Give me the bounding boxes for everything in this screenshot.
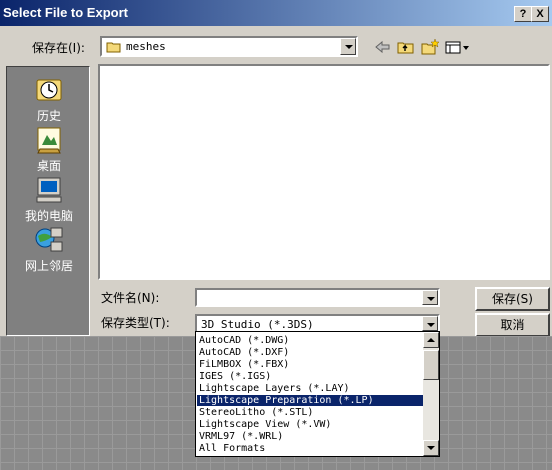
filetype-option[interactable]: AutoCAD (*.DWG) — [197, 335, 423, 346]
back-arrow-icon[interactable] — [372, 38, 392, 56]
my-computer-icon — [36, 177, 62, 203]
filename-dropdown-arrow[interactable] — [422, 290, 438, 305]
filename-input[interactable] — [195, 288, 440, 307]
filetype-option[interactable]: FiLMBOX (*.FBX) — [197, 359, 423, 370]
title-bar: Select File to Export ? X — [0, 0, 552, 26]
places-bar: 历史 桌面 我的电脑 网上邻居 — [6, 66, 90, 336]
filetype-option-highlighted[interactable]: Lightscape Preparation (*.LP) — [197, 395, 423, 406]
filetype-option[interactable]: IGES (*.IGS) — [197, 371, 423, 382]
place-my-computer-label: 我的电脑 — [24, 209, 73, 223]
up-arrow-icon — [427, 338, 435, 342]
filetype-selected: 3D Studio (*.3DS) — [201, 318, 314, 331]
filetype-option[interactable]: AutoCAD (*.DXF) — [197, 347, 423, 358]
save-in-folder: meshes — [126, 40, 166, 53]
up-folder-icon[interactable] — [396, 38, 416, 56]
filetype-label: 保存类型(T): — [101, 316, 170, 330]
filetype-options-list[interactable]: AutoCAD (*.DWG) AutoCAD (*.DXF) FiLMBOX … — [195, 331, 440, 457]
filename-label: 文件名(N): — [101, 291, 160, 305]
history-icon — [36, 79, 62, 101]
save-button[interactable]: 保存(S) — [475, 287, 550, 311]
desktop-icon — [37, 127, 61, 154]
window-title: Select File to Export — [3, 5, 128, 20]
place-desktop[interactable]: 桌面 — [7, 125, 91, 174]
scroll-thumb[interactable] — [423, 350, 439, 380]
place-network[interactable]: 网上邻居 — [7, 225, 91, 274]
place-desktop-label: 桌面 — [36, 159, 61, 173]
view-menu-icon[interactable] — [444, 38, 470, 56]
filetype-option[interactable]: VRML97 (*.WRL) — [197, 431, 423, 442]
save-in-dropdown[interactable]: meshes — [100, 36, 358, 57]
scroll-down-button[interactable] — [423, 440, 439, 456]
scroll-up-button[interactable] — [423, 332, 439, 348]
filetype-option[interactable]: StereoLitho (*.STL) — [197, 407, 423, 418]
save-in-label: 保存在(I): — [32, 41, 85, 55]
save-in-dropdown-arrow[interactable] — [340, 38, 356, 55]
place-history-label: 历史 — [36, 109, 61, 123]
filetype-option[interactable]: Lightscape View (*.VW) — [197, 419, 423, 430]
dropdown-scrollbar[interactable] — [423, 332, 439, 456]
help-button[interactable]: ? — [514, 6, 532, 22]
place-network-label: 网上邻居 — [24, 259, 73, 273]
folder-icon — [106, 42, 121, 53]
filetype-option[interactable]: Lightscape Layers (*.LAY) — [197, 383, 423, 394]
place-my-computer[interactable]: 我的电脑 — [7, 175, 91, 224]
file-list[interactable] — [98, 64, 550, 280]
network-icon — [35, 227, 63, 252]
new-folder-icon[interactable] — [420, 38, 440, 56]
down-arrow-icon — [427, 446, 435, 450]
close-button[interactable]: X — [531, 6, 549, 22]
place-history[interactable]: 历史 — [7, 75, 91, 124]
cancel-button[interactable]: 取消 — [475, 313, 550, 337]
filetype-dropdown-arrow[interactable] — [422, 316, 438, 331]
filetype-option[interactable]: All Formats — [197, 443, 423, 454]
